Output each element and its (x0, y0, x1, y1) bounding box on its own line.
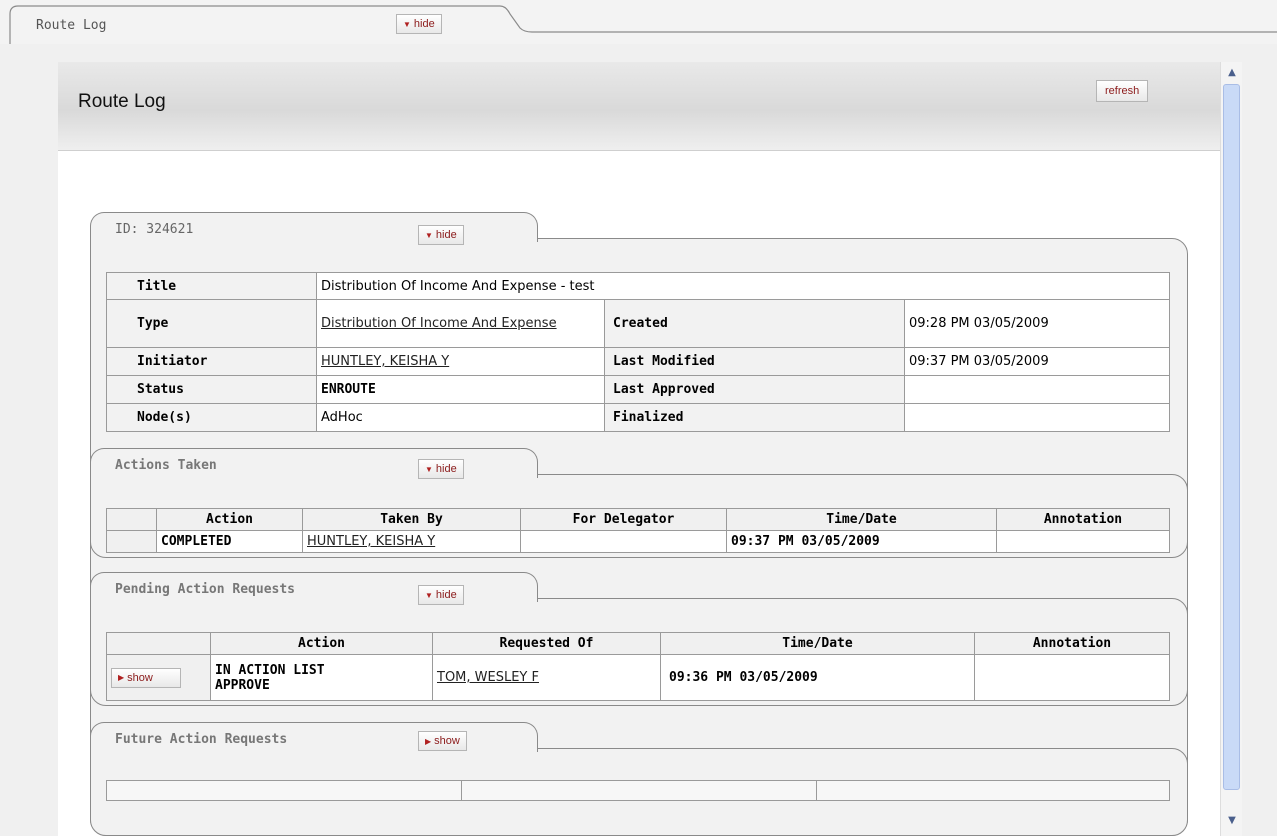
col-time-date: Time/Date (726, 508, 997, 531)
future-show-button[interactable]: ▶ show (418, 731, 467, 751)
taken-by-link[interactable]: HUNTLEY, KEISHA Y (307, 534, 435, 549)
row-annotation (996, 530, 1170, 553)
last-approved-label: Last Approved (604, 375, 905, 404)
row-action: COMPLETED (156, 530, 303, 553)
row-time-date: 09:37 PM 03/05/2009 (726, 530, 997, 553)
table-row: ▶ show IN ACTION LIST APPROVE TOM, WESLE… (106, 654, 1170, 701)
future-requests-tab: Future Action Requests (90, 722, 538, 752)
actions-taken-table: Action Taken By For Delegator Time/Date … (106, 508, 1170, 553)
col-action: Action (210, 632, 433, 655)
actions-taken-tab: Actions Taken (90, 448, 538, 478)
outer-tab-title: Route Log (36, 18, 107, 33)
pending-show-button[interactable]: ▶ show (111, 667, 181, 688)
col-action: Action (156, 508, 303, 531)
pending-requests-section: Pending Action Requests ▼ hide Action Re… (90, 572, 1188, 706)
panel-title: Route Log (78, 91, 166, 112)
row-for-delegator (520, 530, 727, 553)
document-hide-label: hide (435, 229, 457, 241)
panel-header: Route Log refresh (58, 62, 1220, 151)
outer-tab-outline (9, 5, 1277, 44)
table-row (106, 780, 1170, 801)
last-modified-label: Last Modified (604, 347, 905, 376)
finalized-value (904, 403, 1170, 432)
row-time-date: 09:36 PM 03/05/2009 (660, 654, 975, 701)
row-blank (106, 530, 157, 553)
row-action: IN ACTION LIST APPROVE (210, 654, 433, 701)
triangle-down-icon: ▼ (425, 230, 433, 240)
future-requests-table (106, 780, 1170, 801)
nodes-value: AdHoc (316, 403, 605, 432)
requested-of-link[interactable]: TOM, WESLEY F (437, 670, 539, 685)
future-show-label: show (434, 735, 460, 747)
type-link[interactable]: Distribution Of Income And Expense (321, 316, 557, 331)
refresh-button[interactable]: refresh (1096, 80, 1149, 102)
finalized-label: Finalized (604, 403, 905, 432)
col-requested-of: Requested Of (432, 632, 661, 655)
outer-tab-bar: Route Log ▼ hide (0, 0, 1277, 44)
pending-requests-table: Action Requested Of Time/Date Annotation… (106, 632, 1170, 701)
actions-taken-section: Actions Taken ▼ hide Action Taken By For… (90, 448, 1188, 558)
initiator-label: Initiator (106, 347, 317, 376)
row-action-line2: APPROVE (215, 677, 270, 693)
title-label: Title (106, 272, 317, 300)
document-info-table: Title Distribution Of Income And Expense… (106, 272, 1170, 432)
document-id: ID: 324621 (115, 222, 194, 237)
actions-taken-hide-button[interactable]: ▼ hide (418, 459, 464, 479)
future-requests-title: Future Action Requests (115, 732, 288, 747)
col-blank (106, 632, 211, 655)
col-blank (106, 508, 157, 531)
nodes-label: Node(s) (106, 403, 317, 432)
future-requests-section: Future Action Requests ▶ show (90, 722, 1188, 836)
title-value: Distribution Of Income And Expense - tes… (316, 272, 1170, 300)
triangle-right-icon: ▶ (425, 736, 432, 746)
scroll-up-icon[interactable]: ▲ (1225, 66, 1239, 80)
triangle-right-icon: ▶ (118, 673, 125, 682)
pending-show-label: show (127, 671, 153, 684)
status-label: Status (106, 375, 317, 404)
row-annotation (974, 654, 1170, 701)
pending-hide-button[interactable]: ▼ hide (418, 585, 464, 605)
outer-hide-button[interactable]: ▼ hide (396, 14, 442, 34)
col-annotation: Annotation (974, 632, 1170, 655)
vertical-scrollbar[interactable]: ▲ ▼ (1220, 62, 1242, 836)
created-label: Created (604, 299, 905, 348)
row-action-line1: IN ACTION LIST (215, 662, 325, 678)
last-approved-value (904, 375, 1170, 404)
outer-hide-label: hide (413, 18, 435, 30)
initiator-link[interactable]: HUNTLEY, KEISHA Y (321, 354, 449, 369)
refresh-label: refresh (1105, 85, 1140, 97)
pending-requests-tab: Pending Action Requests (90, 572, 538, 602)
pending-hide-label: hide (435, 589, 457, 601)
triangle-down-icon: ▼ (425, 590, 433, 600)
table-row: COMPLETED HUNTLEY, KEISHA Y 09:37 PM 03/… (106, 530, 1170, 553)
last-modified-value: 09:37 PM 03/05/2009 (904, 347, 1170, 376)
document-hide-button[interactable]: ▼ hide (418, 225, 464, 245)
created-value: 09:28 PM 03/05/2009 (904, 299, 1170, 348)
triangle-down-icon: ▼ (425, 464, 433, 474)
type-label: Type (106, 299, 317, 348)
pending-requests-title: Pending Action Requests (115, 582, 296, 597)
actions-taken-title: Actions Taken (115, 458, 217, 473)
document-route-log: ID: 324621 ▼ hide Title Distribution Of … (90, 212, 1188, 836)
scroll-thumb[interactable] (1223, 84, 1240, 790)
triangle-down-icon: ▼ (403, 19, 411, 29)
document-section-tab: ID: 324621 (90, 212, 538, 242)
status-value: ENROUTE (316, 375, 605, 404)
col-taken-by: Taken By (302, 508, 521, 531)
col-time-date: Time/Date (660, 632, 975, 655)
col-annotation: Annotation (996, 508, 1170, 531)
scroll-down-icon[interactable]: ▼ (1225, 814, 1239, 828)
actions-taken-hide-label: hide (435, 463, 457, 475)
col-for-delegator: For Delegator (520, 508, 727, 531)
